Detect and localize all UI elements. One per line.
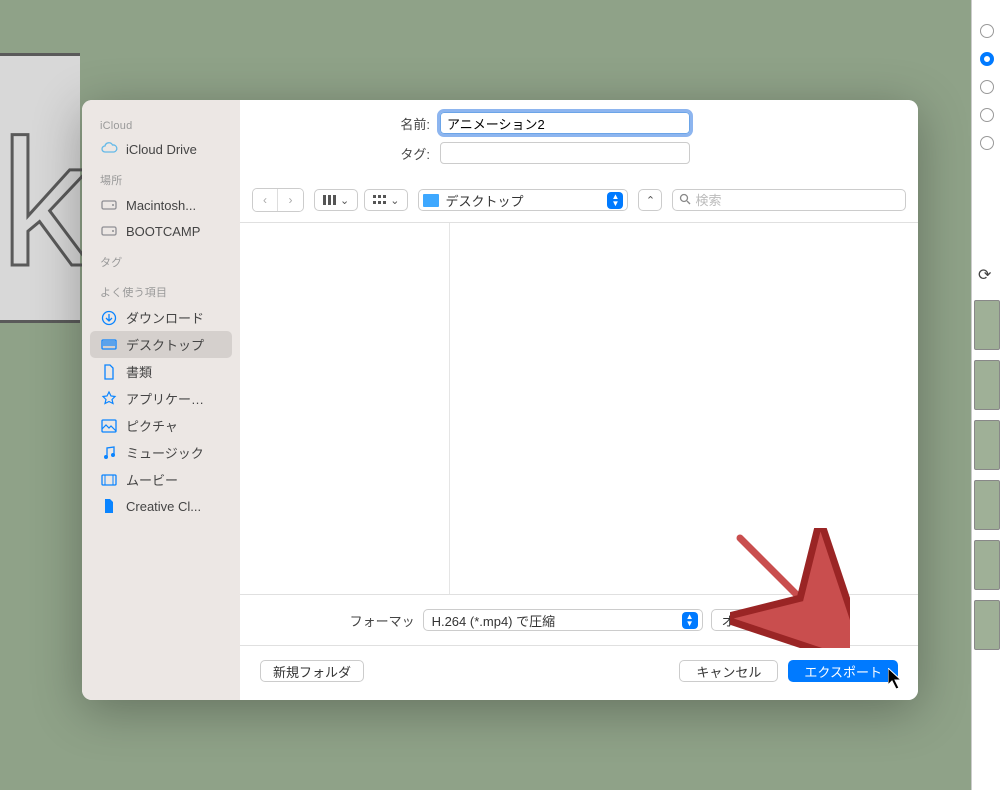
panel-thumbnail[interactable] bbox=[974, 600, 1000, 650]
panel-radio[interactable] bbox=[980, 136, 994, 150]
sidebar-section-header: よく使う項目 bbox=[82, 274, 240, 304]
file-column bbox=[240, 223, 450, 594]
panel-radio[interactable] bbox=[980, 24, 994, 38]
column-view-button[interactable]: ⌄ bbox=[314, 189, 358, 211]
desktop-icon bbox=[100, 336, 118, 354]
folder-icon bbox=[423, 194, 439, 207]
sidebar-section-header: 場所 bbox=[82, 162, 240, 192]
export-button[interactable]: エクスポート bbox=[788, 660, 898, 682]
tag-label: タグ: bbox=[240, 144, 440, 163]
cancel-button[interactable]: キャンセル bbox=[679, 660, 778, 682]
search-box[interactable] bbox=[672, 189, 906, 211]
disk-icon bbox=[100, 196, 118, 214]
sidebar-item[interactable]: アプリケー… bbox=[82, 385, 240, 412]
panel-thumbnail[interactable] bbox=[974, 540, 1000, 590]
disk-icon bbox=[100, 222, 118, 240]
picture-icon bbox=[100, 417, 118, 435]
sidebar-item-label: 書類 bbox=[126, 362, 152, 381]
sidebar-item-label: Macintosh... bbox=[126, 198, 196, 213]
back-button[interactable]: ‹ bbox=[253, 189, 278, 211]
sidebar-item[interactable]: ムービー bbox=[82, 466, 240, 493]
location-label: デスクトップ bbox=[445, 191, 601, 210]
sidebar-item-label: アプリケー… bbox=[126, 389, 204, 408]
sidebar-item-label: ムービー bbox=[126, 470, 178, 489]
sidebar-item-label: ダウンロード bbox=[126, 308, 204, 327]
format-label: フォーマッ bbox=[350, 611, 415, 630]
file-icon bbox=[100, 497, 118, 515]
icon-view-button[interactable]: ⌄ bbox=[364, 189, 408, 211]
sidebar-item[interactable]: 書類 bbox=[82, 358, 240, 385]
download-icon bbox=[100, 309, 118, 327]
sidebar-item-label: デスクトップ bbox=[126, 335, 204, 354]
format-dropdown[interactable]: H.264 (*.mp4) で圧縮 ▲▼ bbox=[423, 609, 703, 631]
search-icon bbox=[679, 193, 691, 208]
search-input[interactable] bbox=[695, 193, 899, 208]
up-directory-button[interactable]: ⌃ bbox=[638, 189, 662, 211]
dropdown-arrows-icon: ▲▼ bbox=[682, 612, 698, 629]
panel-radio[interactable] bbox=[980, 80, 994, 94]
panel-radio-selected[interactable] bbox=[980, 52, 994, 66]
file-browser[interactable] bbox=[240, 223, 918, 594]
sidebar-item[interactable]: BOOTCAMP bbox=[82, 218, 240, 244]
sidebar-item-label: ピクチャ bbox=[126, 416, 178, 435]
panel-thumbnail[interactable] bbox=[974, 360, 1000, 410]
dialog-footer: 新規フォルダ キャンセル エクスポート bbox=[240, 645, 918, 700]
file-column bbox=[450, 223, 918, 594]
app-icon bbox=[100, 390, 118, 408]
sidebar-item[interactable]: ダウンロード bbox=[82, 304, 240, 331]
name-label: 名前: bbox=[240, 114, 440, 133]
sidebar-item[interactable]: iCloud Drive bbox=[82, 136, 240, 162]
sidebar-item[interactable]: Macintosh... bbox=[82, 192, 240, 218]
sidebar-item-label: BOOTCAMP bbox=[126, 224, 200, 239]
dropdown-arrows-icon: ▲▼ bbox=[607, 192, 623, 209]
sidebar-section-header: iCloud bbox=[82, 110, 240, 136]
panel-thumbnail[interactable] bbox=[974, 480, 1000, 530]
panel-thumbnail[interactable] bbox=[974, 420, 1000, 470]
right-side-panel: ⟳ bbox=[971, 0, 1001, 790]
toolbar: ‹ › ⌄ ⌄ bbox=[240, 184, 918, 223]
format-value: H.264 (*.mp4) で圧縮 bbox=[432, 611, 682, 630]
document-icon bbox=[100, 363, 118, 381]
panel-radio[interactable] bbox=[980, 108, 994, 122]
sidebar-item[interactable]: Creative Cl... bbox=[82, 493, 240, 519]
movie-icon bbox=[100, 471, 118, 489]
sidebar-item[interactable]: ピクチャ bbox=[82, 412, 240, 439]
new-folder-button[interactable]: 新規フォルダ bbox=[260, 660, 364, 682]
sidebar-item-label: ミュージック bbox=[126, 443, 204, 462]
save-dialog: iCloud iCloud Drive 場所 Macintosh... BOOTCAMP… bbox=[82, 100, 918, 700]
location-dropdown[interactable]: デスクトップ ▲▼ bbox=[418, 189, 628, 211]
sidebar-item[interactable]: デスクトップ bbox=[90, 331, 232, 358]
music-icon bbox=[100, 444, 118, 462]
sidebar: iCloud iCloud Drive 場所 Macintosh... BOOTCAMP… bbox=[82, 100, 240, 700]
sidebar-item[interactable]: ミュージック bbox=[82, 439, 240, 466]
sidebar-section-header: タグ bbox=[82, 244, 240, 274]
options-button[interactable]: オプション... bbox=[711, 609, 809, 631]
format-section: フォーマッ H.264 (*.mp4) で圧縮 ▲▼ オプション... bbox=[240, 594, 918, 645]
tag-input[interactable] bbox=[440, 142, 690, 164]
refresh-icon[interactable]: ⟳ bbox=[978, 265, 991, 285]
sidebar-item-label: iCloud Drive bbox=[126, 142, 197, 157]
background-letter: k bbox=[0, 100, 90, 307]
sidebar-item-label: Creative Cl... bbox=[126, 499, 201, 514]
cloud-icon bbox=[100, 140, 118, 158]
forward-button[interactable]: › bbox=[278, 189, 303, 211]
name-input[interactable] bbox=[440, 112, 690, 134]
panel-thumbnail[interactable] bbox=[974, 300, 1000, 350]
